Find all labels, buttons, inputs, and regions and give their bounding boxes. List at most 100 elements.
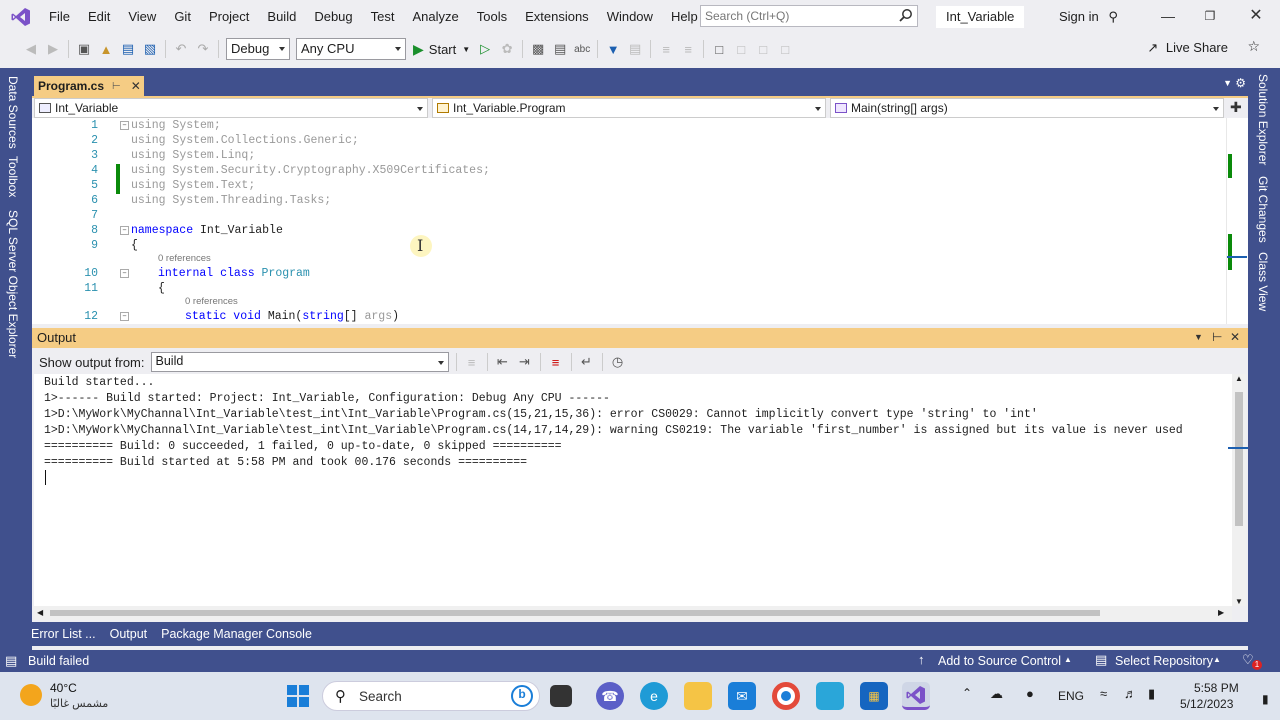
codelens-references[interactable]: 0 references <box>158 253 211 264</box>
output-vertical-scrollbar[interactable]: ▲ ▼ <box>1232 374 1246 606</box>
close-tab-icon[interactable]: ✕ <box>131 79 141 93</box>
file-explorer-icon[interactable] <box>684 682 712 710</box>
menu-view[interactable]: View <box>119 0 165 34</box>
output-source-select[interactable]: Build <box>150 352 449 372</box>
weather-sun-icon[interactable] <box>20 684 42 706</box>
language-indicator[interactable]: ENG <box>1058 689 1084 703</box>
settings-icon[interactable]: ⚙ <box>1235 76 1246 90</box>
word-wrap-icon[interactable]: ↵ <box>578 353 596 371</box>
comment-icon[interactable]: ≡ <box>657 40 675 58</box>
tab-output[interactable]: Output <box>110 627 148 641</box>
tab-package-manager-console[interactable]: Package Manager Console <box>161 627 312 641</box>
tab-dropdown-icon[interactable]: ▼ <box>1223 78 1232 88</box>
redo-icon[interactable]: ↷ <box>194 40 212 58</box>
menu-analyze[interactable]: Analyze <box>403 0 467 34</box>
layout-icon[interactable]: ▤ <box>551 40 569 58</box>
store-icon[interactable]: ▦ <box>860 682 888 710</box>
tab-program-cs[interactable]: Program.cs ⊢ ✕ <box>34 76 144 96</box>
browse-icon[interactable]: ▩ <box>529 40 547 58</box>
output-horizontal-scrollbar[interactable]: ◀ ▶ <box>34 606 1232 620</box>
save-icon[interactable]: ▤ <box>119 40 137 58</box>
tab-git-changes[interactable]: Git Changes <box>1256 176 1270 243</box>
menu-tools[interactable]: Tools <box>468 0 516 34</box>
task-view-icon[interactable] <box>550 685 572 707</box>
tab-sql-server-object-explorer[interactable]: SQL Server Object Explorer <box>6 210 20 358</box>
chat-icon[interactable]: ☎ <box>596 682 624 710</box>
menu-file[interactable]: File <box>40 0 79 34</box>
clock-date[interactable]: 5/12/2023 <box>1180 697 1233 711</box>
menu-window[interactable]: Window <box>598 0 662 34</box>
chevron-up-icon[interactable]: ⌃ <box>962 686 972 700</box>
scroll-down-icon[interactable]: ▼ <box>1235 597 1243 606</box>
undo-icon[interactable]: ↶ <box>172 40 190 58</box>
scrollbar-thumb[interactable] <box>1235 392 1243 526</box>
menu-extensions[interactable]: Extensions <box>516 0 598 34</box>
menu-test[interactable]: Test <box>362 0 404 34</box>
prev-bookmark-icon[interactable]: □ <box>732 40 750 58</box>
editor-vertical-scrollbar[interactable] <box>1226 118 1248 324</box>
scroll-up-icon[interactable]: ▲ <box>1235 374 1243 383</box>
weather-temperature[interactable]: 40°C <box>50 681 77 695</box>
step-icon[interactable]: ▤ <box>626 40 644 58</box>
scroll-left-icon[interactable]: ◀ <box>37 608 43 617</box>
search-input[interactable]: Search (Ctrl+Q) <box>700 5 918 27</box>
onedrive-icon[interactable]: ☁ <box>990 686 1003 702</box>
restore-button[interactable]: ❐ <box>1198 5 1222 27</box>
find-message-icon[interactable]: ≡ <box>463 353 481 371</box>
open-folder-icon[interactable]: ▲ <box>97 40 115 58</box>
sign-in-button[interactable]: Sign in ⚲ <box>1059 9 1118 25</box>
scroll-right-icon[interactable]: ▶ <box>1218 608 1224 617</box>
bookmark-icon[interactable]: □ <box>710 40 728 58</box>
navigate-forward-icon[interactable]: ▶ <box>44 40 62 58</box>
code-editor[interactable]: 1– using System; 2 using System.Collection… <box>32 118 1226 324</box>
microphone-icon[interactable]: ● <box>1026 686 1034 701</box>
hot-reload-icon[interactable]: ✿ <box>498 40 516 58</box>
monitor-app-icon[interactable] <box>816 682 844 710</box>
previous-message-icon[interactable]: ⇤ <box>494 353 512 371</box>
collapse-icon[interactable]: – <box>120 312 129 321</box>
menu-build[interactable]: Build <box>258 0 305 34</box>
live-share-button[interactable]: ↗ Live Share <box>1147 40 1228 56</box>
scrollbar-thumb[interactable] <box>50 610 1100 616</box>
collapse-icon[interactable]: – <box>120 226 129 235</box>
window-position-icon[interactable]: ▼ <box>1194 332 1203 342</box>
clear-all-icon[interactable]: ≡ <box>547 353 565 371</box>
project-navigation-select[interactable]: Int_Variable <box>34 98 428 118</box>
save-all-icon[interactable]: ▧ <box>141 40 159 58</box>
output-text-area[interactable]: Build started... 1>------ Build started:… <box>34 374 1232 606</box>
tab-data-sources[interactable]: Data Sources <box>6 76 20 149</box>
menu-edit[interactable]: Edit <box>79 0 119 34</box>
wifi-icon[interactable]: ≈ <box>1100 686 1107 701</box>
type-navigation-select[interactable]: Int_Variable.Program <box>432 98 826 118</box>
select-repository-button[interactable]: Select Repository <box>1115 654 1213 668</box>
menu-debug[interactable]: Debug <box>305 0 361 34</box>
menu-project[interactable]: Project <box>200 0 258 34</box>
clock-icon[interactable]: ◷ <box>609 353 627 371</box>
split-editor-icon[interactable]: ✚ <box>1230 99 1242 116</box>
pin-icon[interactable]: ⊢ <box>112 81 121 92</box>
visual-studio-taskbar-icon[interactable] <box>902 682 930 710</box>
next-bookmark-icon[interactable]: □ <box>754 40 772 58</box>
tab-error-list[interactable]: Error List ... <box>31 627 96 641</box>
clock-time[interactable]: 5:58 PM <box>1194 681 1239 695</box>
navigate-back-icon[interactable]: ◀ <box>22 40 40 58</box>
tab-solution-explorer[interactable]: Solution Explorer <box>1256 74 1270 165</box>
clear-bookmarks-icon[interactable]: □ <box>776 40 794 58</box>
codelens-references[interactable]: 0 references <box>185 296 238 307</box>
toggle-breakpoint-icon[interactable]: ▼ <box>604 40 622 58</box>
new-project-icon[interactable]: ▣ <box>75 40 93 58</box>
visual-studio-logo-icon[interactable] <box>10 6 32 28</box>
uncomment-icon[interactable]: ≡ <box>679 40 697 58</box>
minimize-button[interactable]: — <box>1156 5 1180 27</box>
tab-toolbox[interactable]: Toolbox <box>6 156 20 197</box>
member-navigation-select[interactable]: Main(string[] args) <box>830 98 1224 118</box>
start-debugging-button[interactable]: ▶ Start ▼ <box>413 41 470 58</box>
collapse-icon[interactable]: – <box>120 269 129 278</box>
configuration-select[interactable]: Debug <box>226 38 290 60</box>
show-desktop-button[interactable]: ▮ <box>1262 692 1269 706</box>
close-window-button[interactable]: ✕ <box>1244 5 1268 27</box>
platform-select[interactable]: Any CPU <box>296 38 406 60</box>
taskbar-search-box[interactable]: ⚲ Search b <box>322 681 540 711</box>
pin-icon[interactable]: ⊢ <box>1212 330 1222 344</box>
volume-icon[interactable]: ♬ <box>1124 686 1137 701</box>
